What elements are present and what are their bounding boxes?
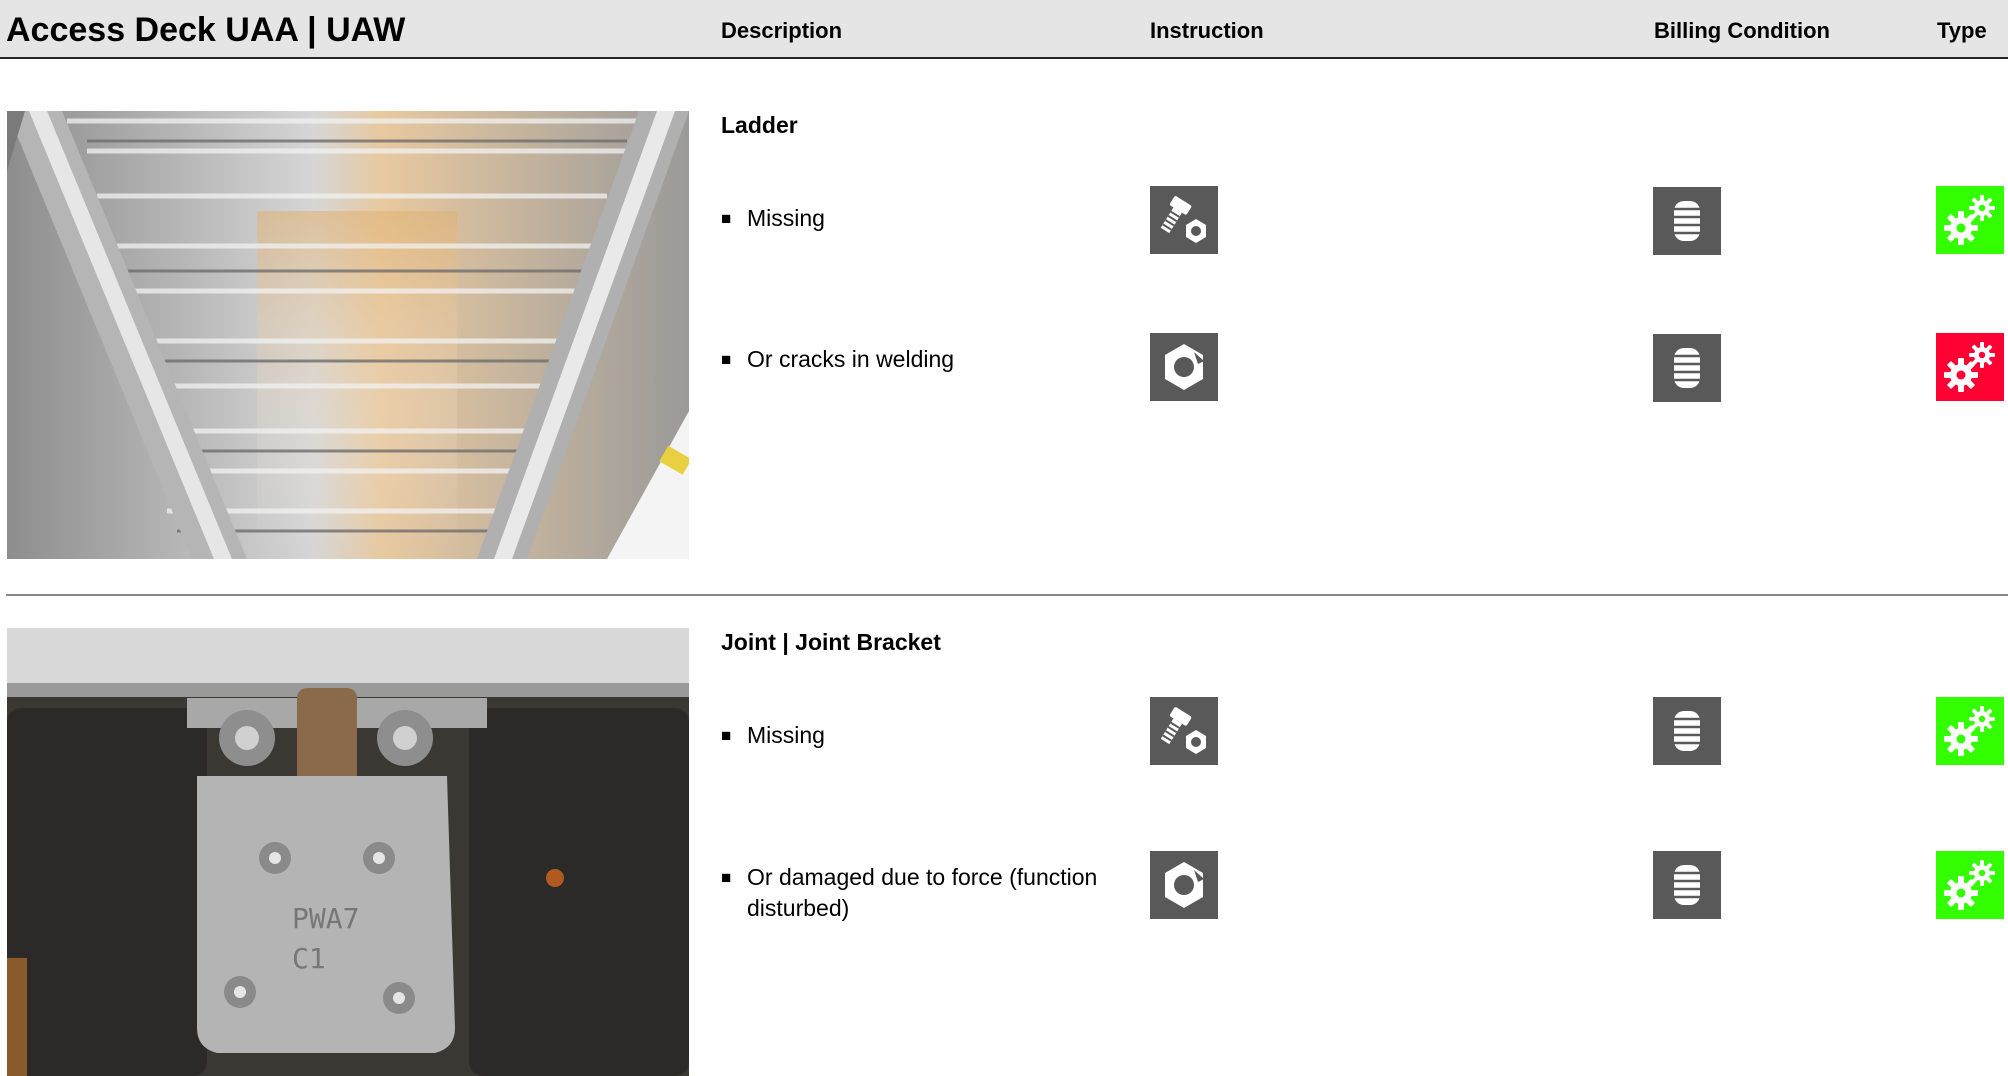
section-title-ladder: Ladder (721, 112, 798, 138)
bullet: ■ (721, 726, 732, 745)
column-header-instruction: Instruction (1150, 18, 1264, 43)
gears-icon (1936, 851, 2004, 919)
list-item: ■ Missing (721, 720, 1121, 751)
page-title: Access Deck UAA | UAW (6, 11, 406, 49)
joint-bracket-photo: PWA7 C1 (7, 628, 689, 1076)
table-header: Access Deck UAA | UAW Description Instru… (0, 0, 2008, 59)
item-text: Missing (747, 722, 825, 748)
svg-text:C1: C1 (292, 942, 326, 975)
svg-text:PWA7: PWA7 (292, 902, 359, 935)
bolt-and-nut-icon (1150, 186, 1218, 254)
list-item: ■ Or damaged due to force (function dist… (721, 862, 1121, 924)
broken-nut-icon (1150, 851, 1218, 919)
gears-icon (1936, 697, 2004, 765)
coin-stack-icon (1653, 697, 1721, 765)
list-item: ■ Or cracks in welding (721, 344, 1121, 375)
broken-nut-icon (1150, 333, 1218, 401)
section-divider (6, 594, 2008, 596)
bullet: ■ (721, 209, 732, 228)
coin-stack-icon (1653, 187, 1721, 255)
coin-stack-icon (1653, 334, 1721, 402)
section-title-joint-bracket: Joint | Joint Bracket (721, 629, 941, 655)
gears-icon (1936, 333, 2004, 401)
list-item: ■ Missing (721, 203, 1121, 234)
column-header-type: Type (1937, 18, 1987, 43)
coin-stack-icon (1653, 851, 1721, 919)
ladder-photo (7, 111, 689, 559)
column-header-billing-condition: Billing Condition (1654, 18, 1830, 43)
item-text: Or cracks in welding (747, 346, 955, 372)
bullet: ■ (721, 350, 732, 369)
item-text: Or damaged due to force (function distur… (747, 864, 1098, 921)
bolt-and-nut-icon (1150, 697, 1218, 765)
bullet: ■ (721, 868, 732, 887)
column-header-description: Description (721, 18, 843, 43)
item-text: Missing (747, 205, 825, 231)
gears-icon (1936, 186, 2004, 254)
